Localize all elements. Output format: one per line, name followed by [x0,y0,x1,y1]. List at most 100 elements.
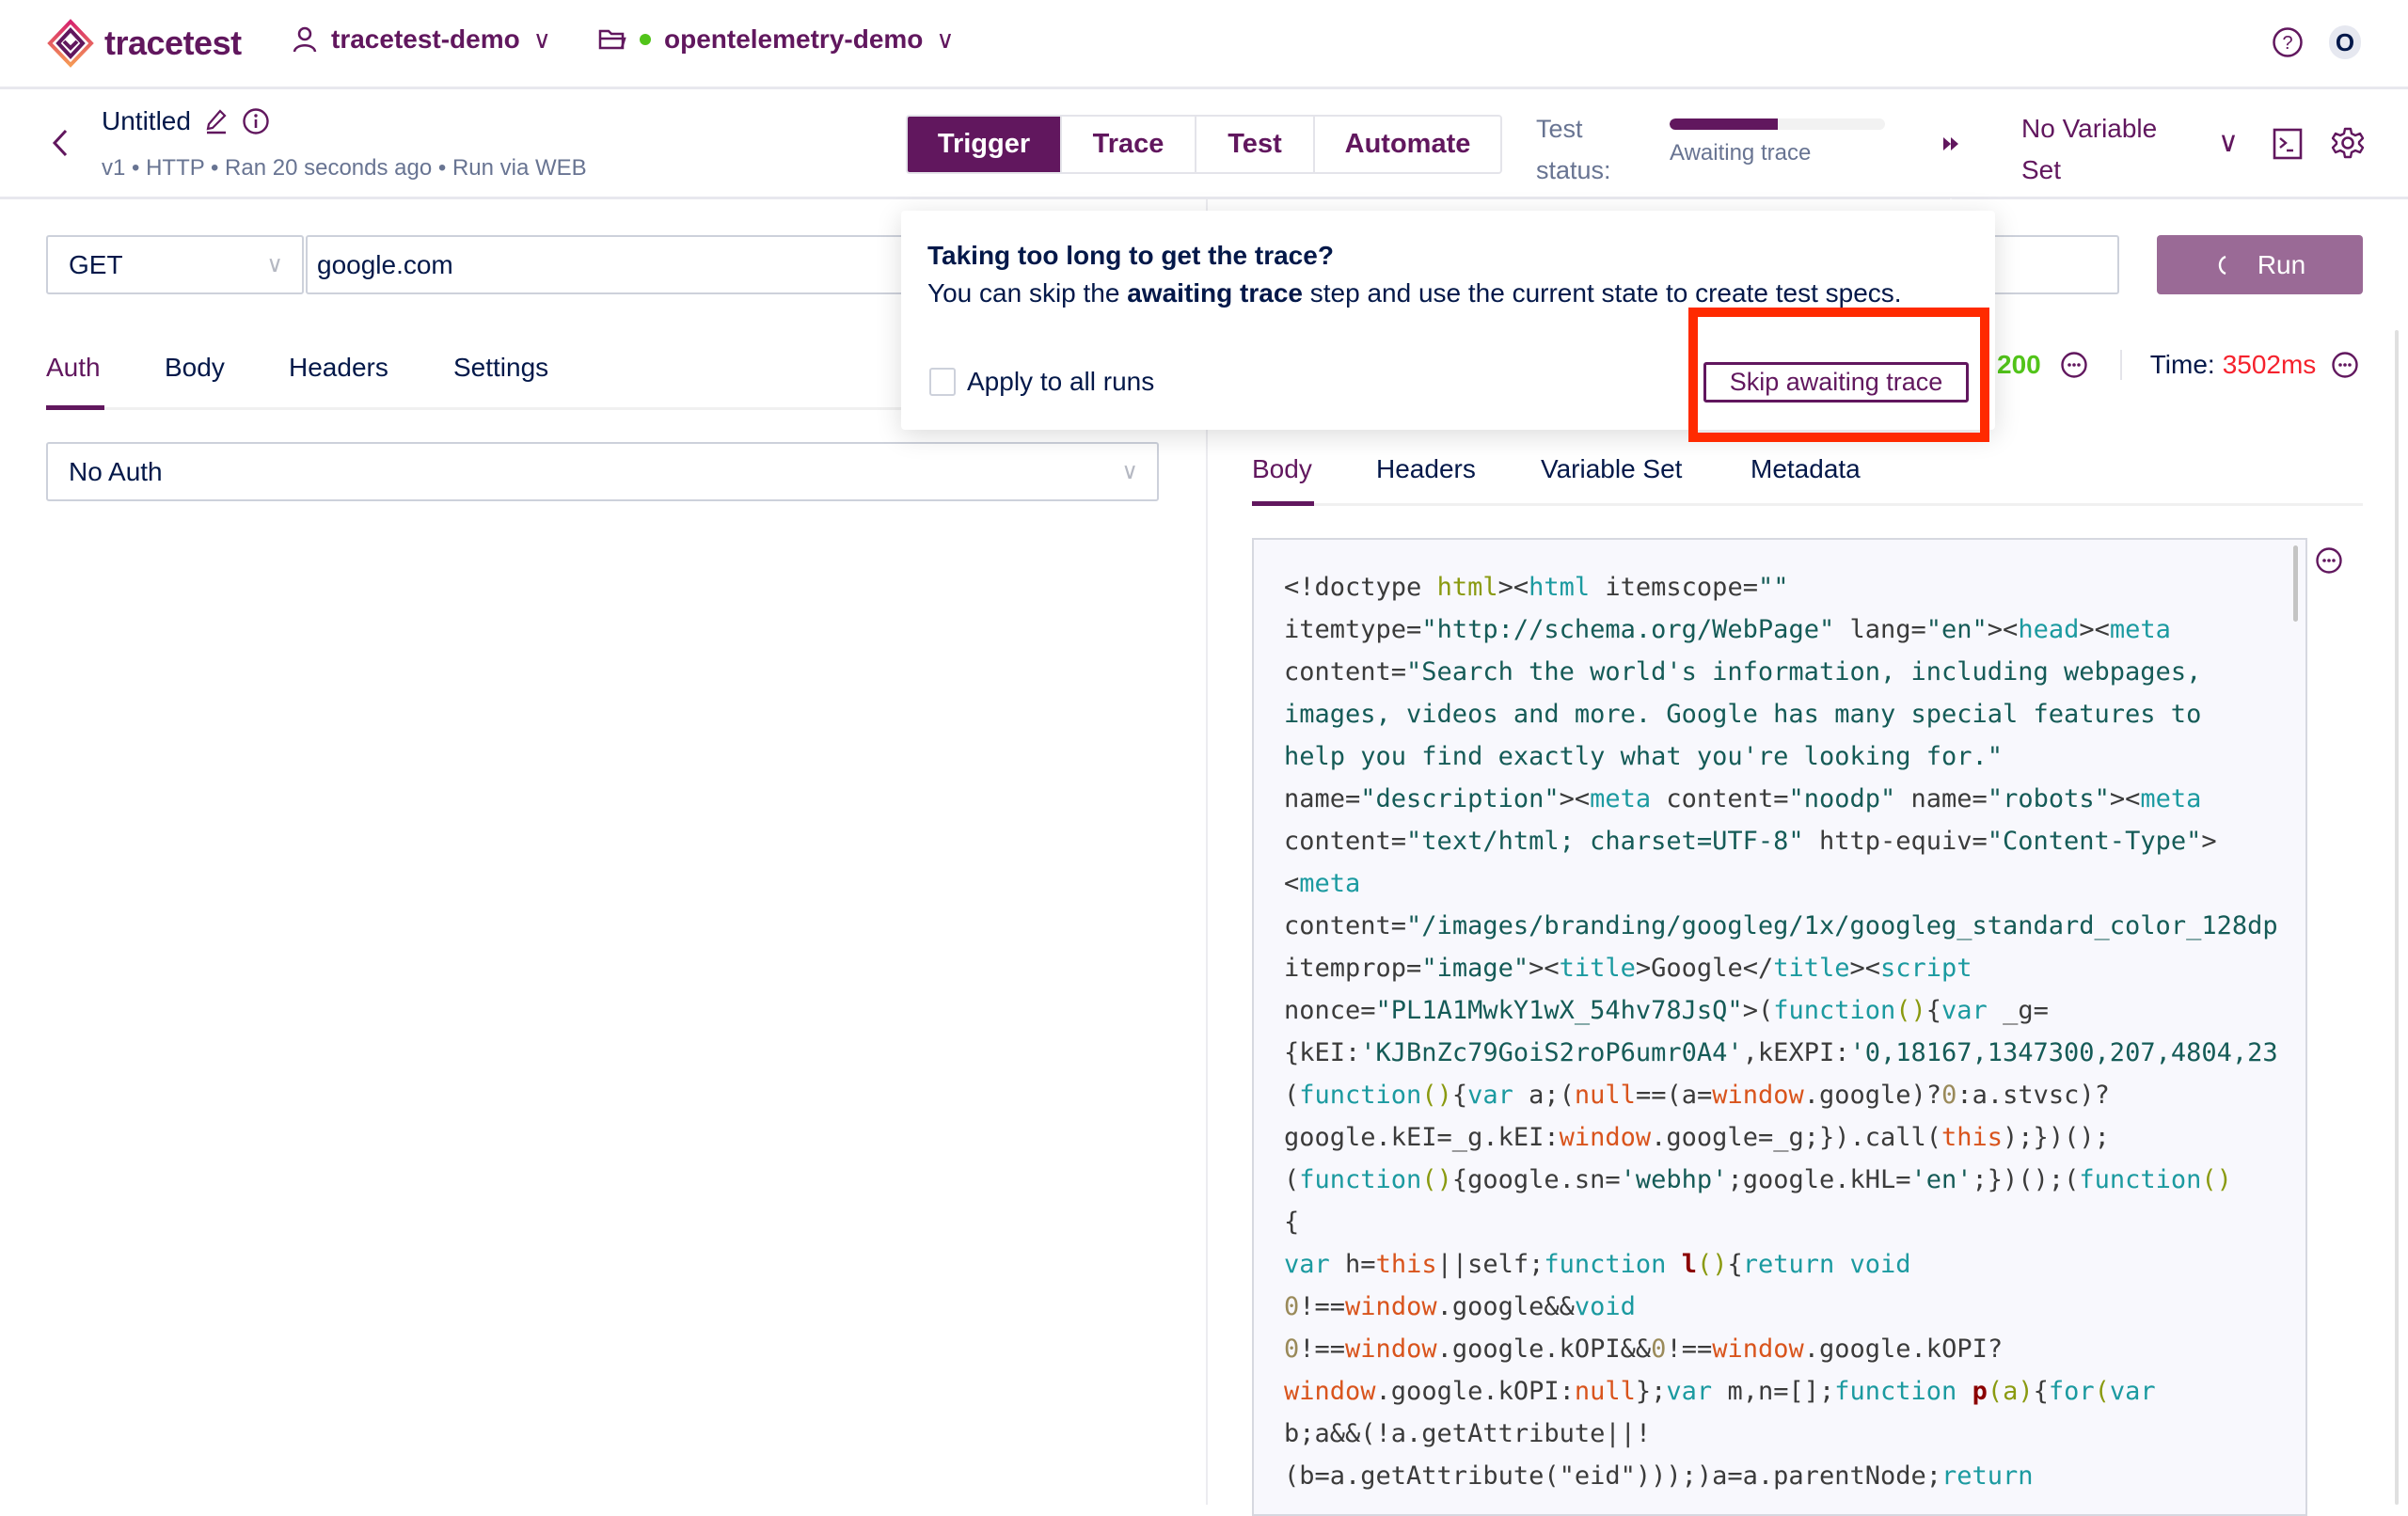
tab-trigger[interactable]: Trigger [908,117,1062,172]
code-token: "image" [1421,954,1529,983]
run-button[interactable]: Run [2157,235,2363,294]
organization-selector[interactable]: tracetest-demo ∨ [292,24,551,55]
tab-settings[interactable]: Settings [453,353,548,383]
tracetest-logo-icon [47,19,94,68]
more-options-icon[interactable] [2060,351,2088,379]
code-token: var [1467,1081,1513,1110]
code-token: >< [2109,784,2141,813]
code-token: ,kEXPI: [1742,1038,1850,1067]
code-token: p [1972,1377,1988,1406]
info-icon[interactable] [242,107,270,135]
code-token: "Content-Type" [1987,827,2202,856]
tab-test[interactable]: Test [1196,117,1315,172]
code-line: b;a&&(!a.getAttribute||! [1284,1413,2278,1455]
code-token: html [1436,573,1498,602]
tab-body[interactable]: Body [165,353,225,383]
code-token: name= [1895,784,1988,813]
code-line: (b=a.getAttribute("eid")));)a=a.parentNo… [1284,1455,2278,1497]
help-icon[interactable]: ? [2272,26,2304,58]
code-token: >< [1987,615,2019,644]
code-token: "description" [1360,784,1560,813]
code-token: >< [1559,784,1591,813]
apply-to-all-runs-checkbox[interactable]: Apply to all runs [929,367,1154,397]
tab-response-headers[interactable]: Headers [1376,454,1476,484]
code-token: var [1666,1377,1713,1406]
code-token: a;( [1513,1081,1575,1110]
chevron-down-icon: ∨ [266,252,283,277]
code-line: (function(){var a;(null==(a=window.googl… [1284,1074,2278,1116]
chevron-down-icon[interactable]: ∨ [2218,126,2239,159]
code-token: !== [1299,1292,1346,1321]
code-token: images, videos and more. Google has many… [1284,700,2202,729]
auth-type-value: No Auth [69,456,163,486]
code-line: (function(){google.sn='webhp';google.kHL… [1284,1159,2278,1201]
code-token: () [2201,1165,2232,1194]
separator [2119,350,2122,380]
edit-icon[interactable] [204,108,229,134]
folder-icon [598,29,626,50]
brand-logo[interactable]: tracetest [46,19,242,68]
progress-fill [1670,118,1778,130]
organization-name: tracetest-demo [331,24,520,54]
code-token: ( [2094,1377,2110,1406]
code-token: var [1941,996,1988,1025]
active-tab-indicator [1252,501,1314,506]
code-token: "text/html; charset=UTF-8" [1406,827,1804,856]
tab-headers[interactable]: Headers [289,353,388,383]
variable-set-line1: No Variable [2021,114,2158,143]
popover-title: Taking too long to get the trace? [927,241,1334,270]
avatar[interactable]: O [2329,25,2361,59]
popover-body: You can skip the awaiting trace step and… [927,278,1902,308]
code-token: itemtype= [1284,615,1422,644]
page-scrollbar[interactable] [2395,330,2399,1505]
code-token: 'KJBnZc79GoiS2roP6umr0A4' [1360,1038,1743,1067]
chevron-down-icon: ∨ [1121,459,1138,484]
status-code: 200 [1997,350,2041,379]
variable-set-selector[interactable]: No Variable Set [2021,108,2157,191]
http-method-select[interactable]: GET ∨ [46,235,304,294]
code-token: 'webhp' [1620,1165,1728,1194]
more-options-icon[interactable] [2331,351,2359,379]
response-body-code[interactable]: <!doctype html><html itemscope="" itemtyp… [1252,538,2307,1516]
test-status-progress [1670,118,1885,130]
terminal-icon[interactable] [2273,128,2303,160]
code-token: null [1574,1377,1636,1406]
tab-automate[interactable]: Automate [1315,117,1500,172]
environment-selector[interactable]: opentelemetry-demo ∨ [598,24,954,55]
code-token: function [1834,1377,1957,1406]
status-label-line1: Test [1536,115,1583,143]
code-token: (b=a.getAttribute("eid")));)a=a.parentNo… [1284,1461,1941,1491]
code-scrollbar[interactable] [2293,545,2298,622]
time-label: Time: [2149,350,2215,379]
gear-icon[interactable] [2331,126,2365,160]
more-options-icon[interactable] [2315,546,2343,575]
user-icon [293,26,317,53]
tab-metadata[interactable]: Metadata [1751,454,1861,484]
back-arrow-icon[interactable] [49,128,71,158]
auth-type-select[interactable]: No Auth ∨ [46,442,1159,501]
tab-trace[interactable]: Trace [1062,117,1196,172]
tab-auth[interactable]: Auth [46,353,101,383]
tab-variable-set[interactable]: Variable Set [1541,454,1682,484]
code-line: itemtype="http://schema.org/WebPage" lan… [1284,608,2278,651]
code-token: >Google</ [1635,954,1774,983]
code-token: b;a&&(!a.getAttribute||! [1284,1419,1652,1448]
code-token: ( [1284,1081,1300,1110]
code-line: window.google.kOPI:null};var m,n=[];func… [1284,1370,2278,1413]
code-token: lang= [1834,615,1926,644]
code-token: "Search the world's information, includi… [1406,657,2202,687]
mode-tabs: Trigger Trace Test Automate [906,115,1502,174]
checkbox-box[interactable] [929,368,956,396]
code-token: function [2079,1165,2202,1194]
test-status-label: Test status: [1536,108,1611,191]
skip-forward-icon[interactable] [1941,135,1960,152]
code-token: name= [1284,784,1361,813]
tab-response-body[interactable]: Body [1252,454,1312,484]
highlight-box [1688,308,1989,442]
code-token: !== [1666,1334,1713,1364]
code-token: ||self; [1436,1250,1545,1279]
code-content: <!doctype html><html itemscope="" itemtyp… [1284,566,2278,1497]
environment-name: opentelemetry-demo [664,24,924,54]
code-token: );})(); [2003,1123,2110,1152]
code-token: 0 [1284,1334,1300,1364]
